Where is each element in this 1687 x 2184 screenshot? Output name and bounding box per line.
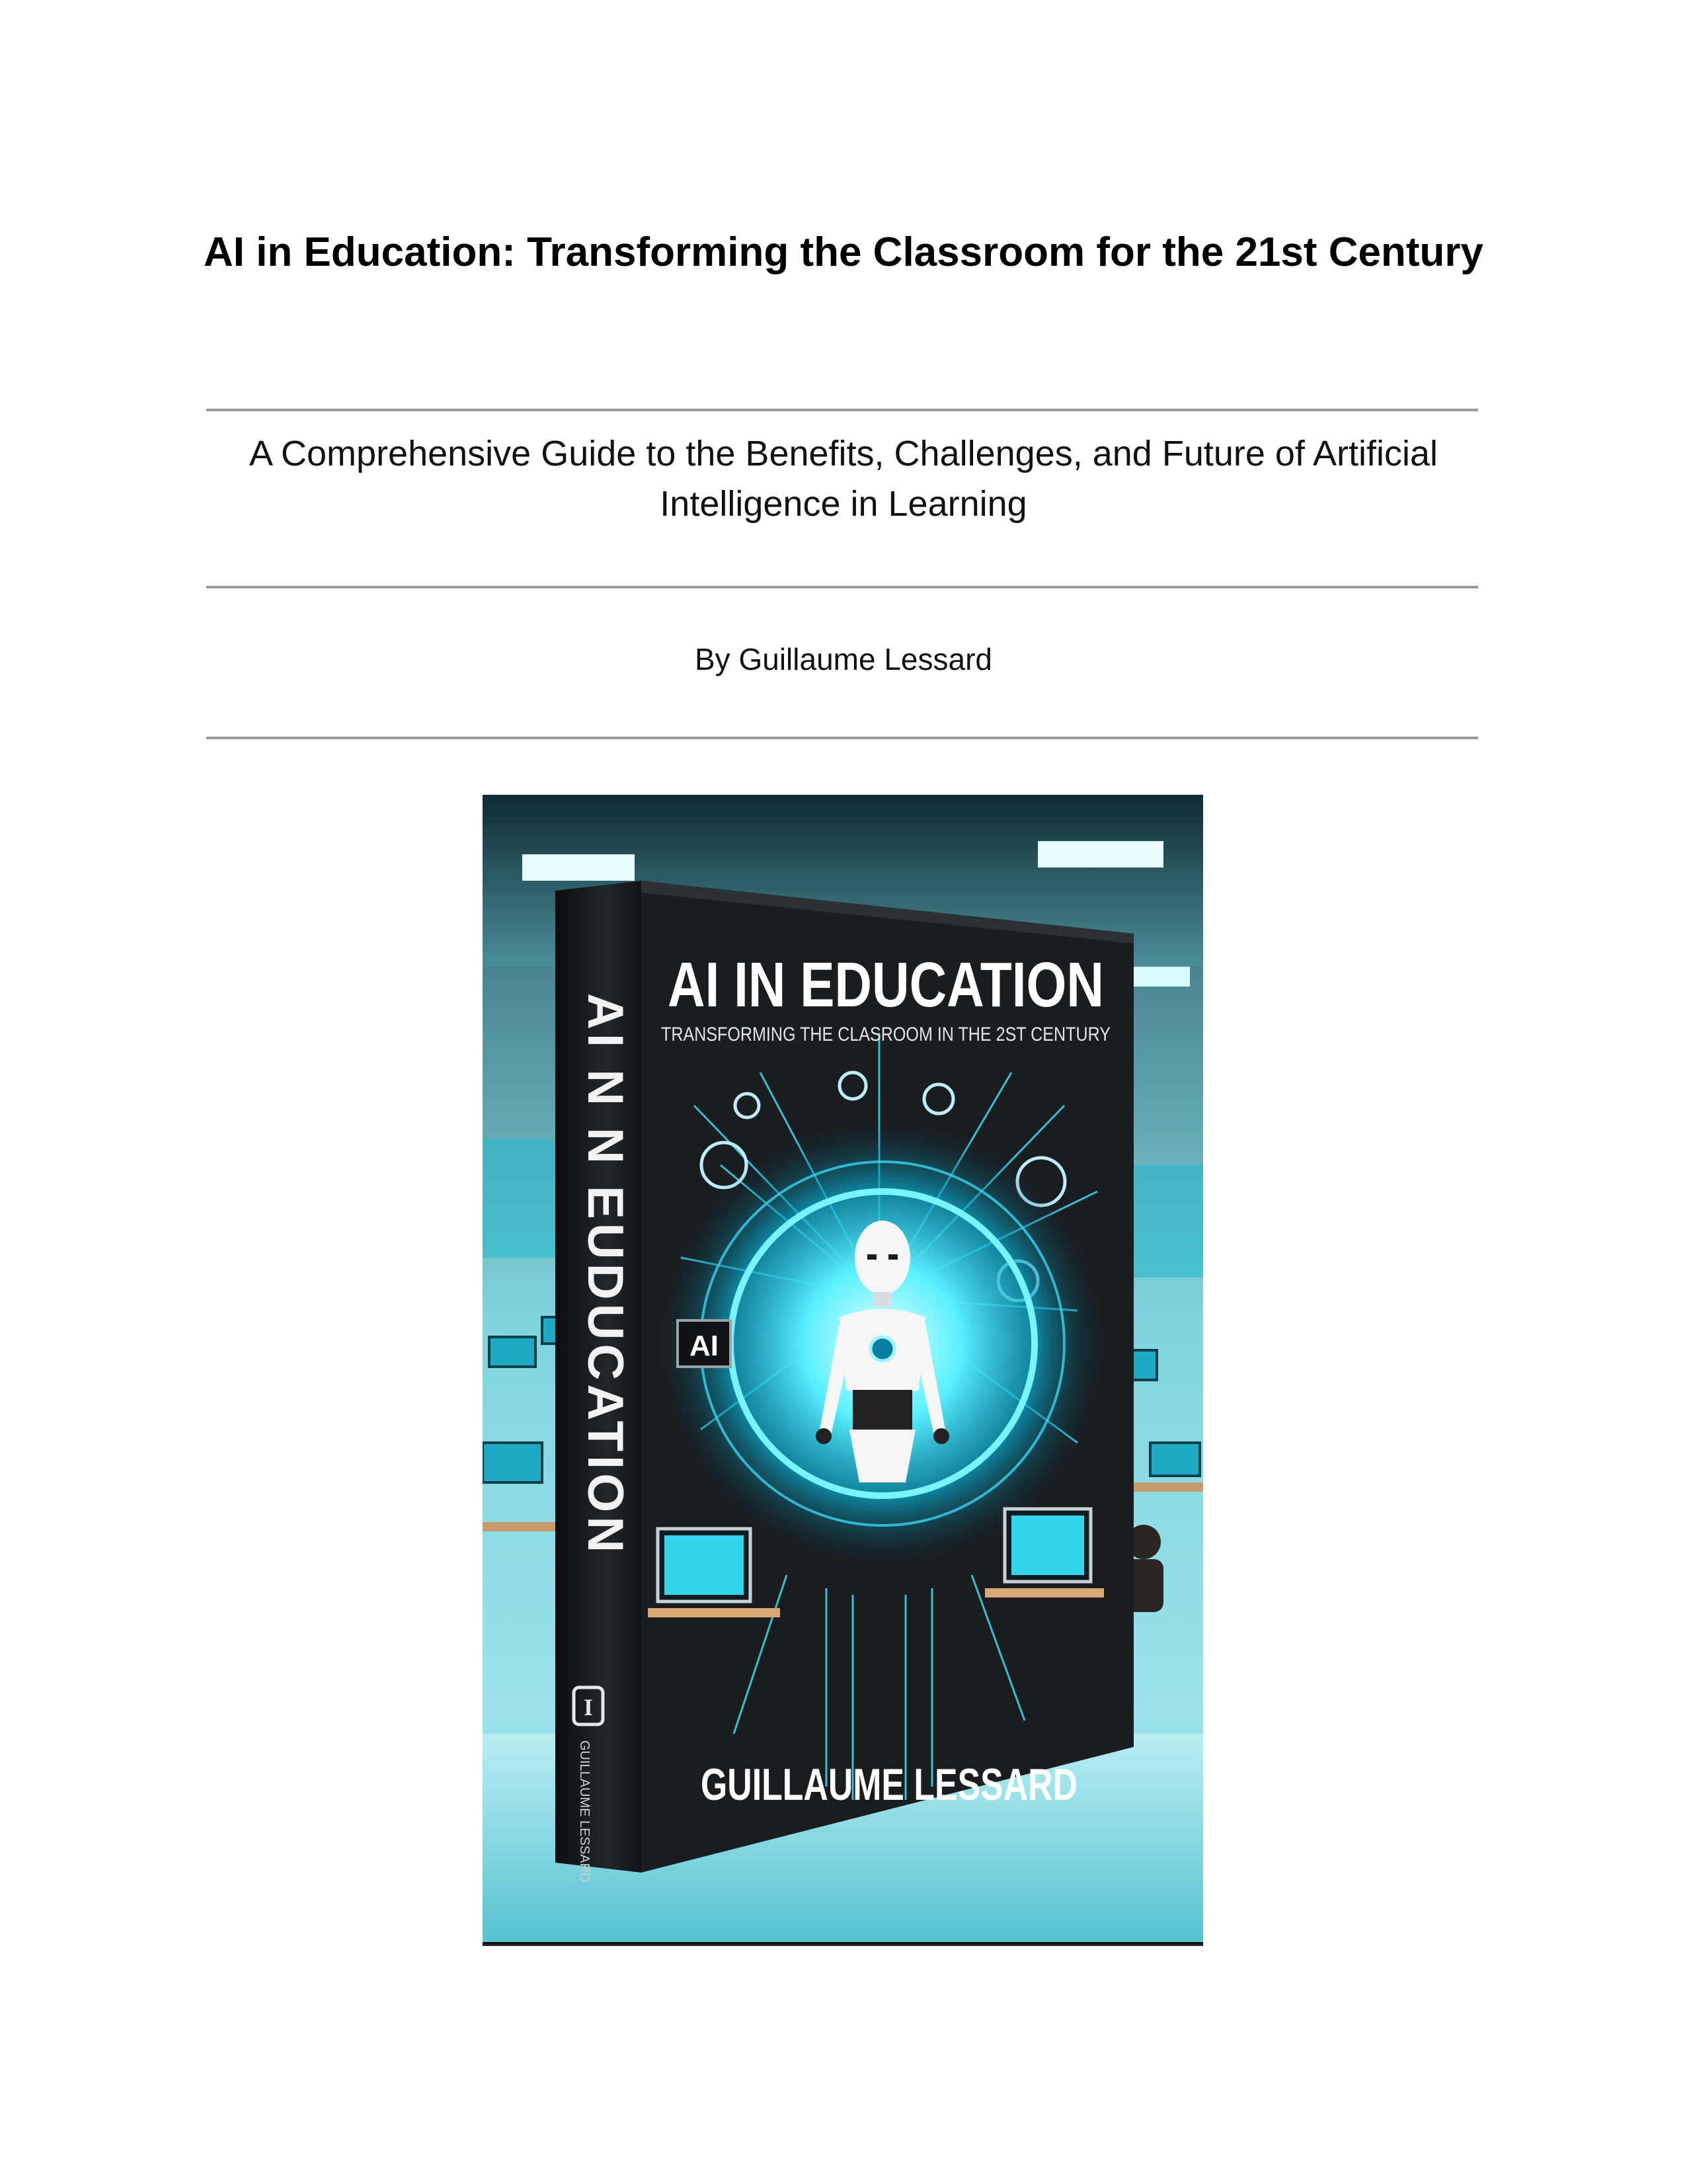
svg-text:I: I: [584, 1694, 593, 1720]
cover-tagline: TRANSFORMING THE CLASROOM IN THE 2ST CEN…: [661, 1024, 1111, 1045]
ai-badge: AI: [689, 1330, 719, 1362]
book-cover-illustration: AI N N EUDUCATION I GUILLAUME LESSARD AI…: [483, 795, 1203, 1944]
divider-top: [206, 409, 1478, 411]
author-line: By Guillaume Lessard: [695, 642, 992, 676]
spine-publisher: GUILLAUME LESSARD: [577, 1740, 592, 1882]
document-title: AI in Education: Transforming the Classr…: [203, 229, 1484, 275]
cover-front-title: AI IN EDUCATION: [668, 950, 1104, 1020]
document-subtitle: A Comprehensive Guide to the Benefits, C…: [249, 434, 1438, 524]
divider-bottom: [206, 737, 1478, 739]
book-cover-image: AI N N EUDUCATION I GUILLAUME LESSARD AI…: [483, 795, 1203, 1946]
cover-author-name: GUILLAUME LESSARD: [701, 1759, 1078, 1810]
divider-middle: [206, 586, 1478, 588]
spine-title: AI N N EUDUCATION: [577, 993, 633, 1557]
